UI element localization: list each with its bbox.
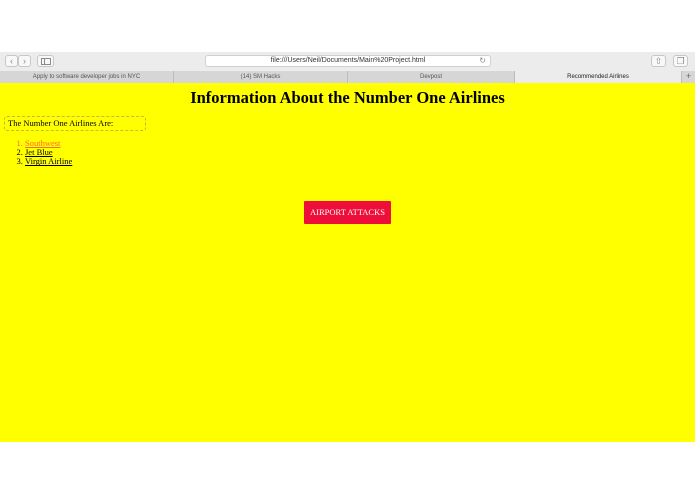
browser-chrome: ‹ › file:///Users/Neil/Documents/Main%20… <box>0 52 695 84</box>
airport-attacks-button[interactable]: AIRPORT ATTACKS <box>304 201 391 224</box>
chevron-left-icon[interactable]: ‹ <box>5 55 18 67</box>
sidebar-glyph <box>40 58 51 65</box>
browser-toolbar: ‹ › file:///Users/Neil/Documents/Main%20… <box>0 52 695 72</box>
sidebar-icon[interactable] <box>37 55 54 67</box>
address-text: file:///Users/Neil/Documents/Main%20Proj… <box>270 57 426 64</box>
page-title: Information About the Number One Airline… <box>190 88 505 107</box>
screenshot: ‹ › file:///Users/Neil/Documents/Main%20… <box>0 0 695 494</box>
tab-recommended-airlines[interactable]: Recommended Airlines <box>515 71 682 83</box>
intro-text: The Number One Airlines Are: <box>4 116 146 131</box>
tab-software-jobs[interactable]: Apply to software developer jobs in NYC <box>0 71 174 83</box>
list-item: Virgin Airline <box>25 157 72 166</box>
address-bar[interactable]: file:///Users/Neil/Documents/Main%20Proj… <box>205 55 491 67</box>
new-tab-button[interactable]: + <box>682 71 695 83</box>
reload-icon[interactable]: ↻ <box>479 56 486 66</box>
share-icon[interactable]: ⇧ <box>651 55 666 67</box>
tab-devpost[interactable]: Devpost <box>348 71 515 83</box>
tab-sm-hacks[interactable]: (14) SM Hacks <box>174 71 348 83</box>
chevron-right-icon[interactable]: › <box>18 55 31 67</box>
airline-link-virgin-airline[interactable]: Virgin Airline <box>25 156 72 166</box>
airline-list: Southwest Jet Blue Virgin Airline <box>0 138 72 167</box>
page-viewport: Information About the Number One Airline… <box>0 83 695 442</box>
tabs-overview-icon[interactable]: ❐ <box>673 55 688 67</box>
